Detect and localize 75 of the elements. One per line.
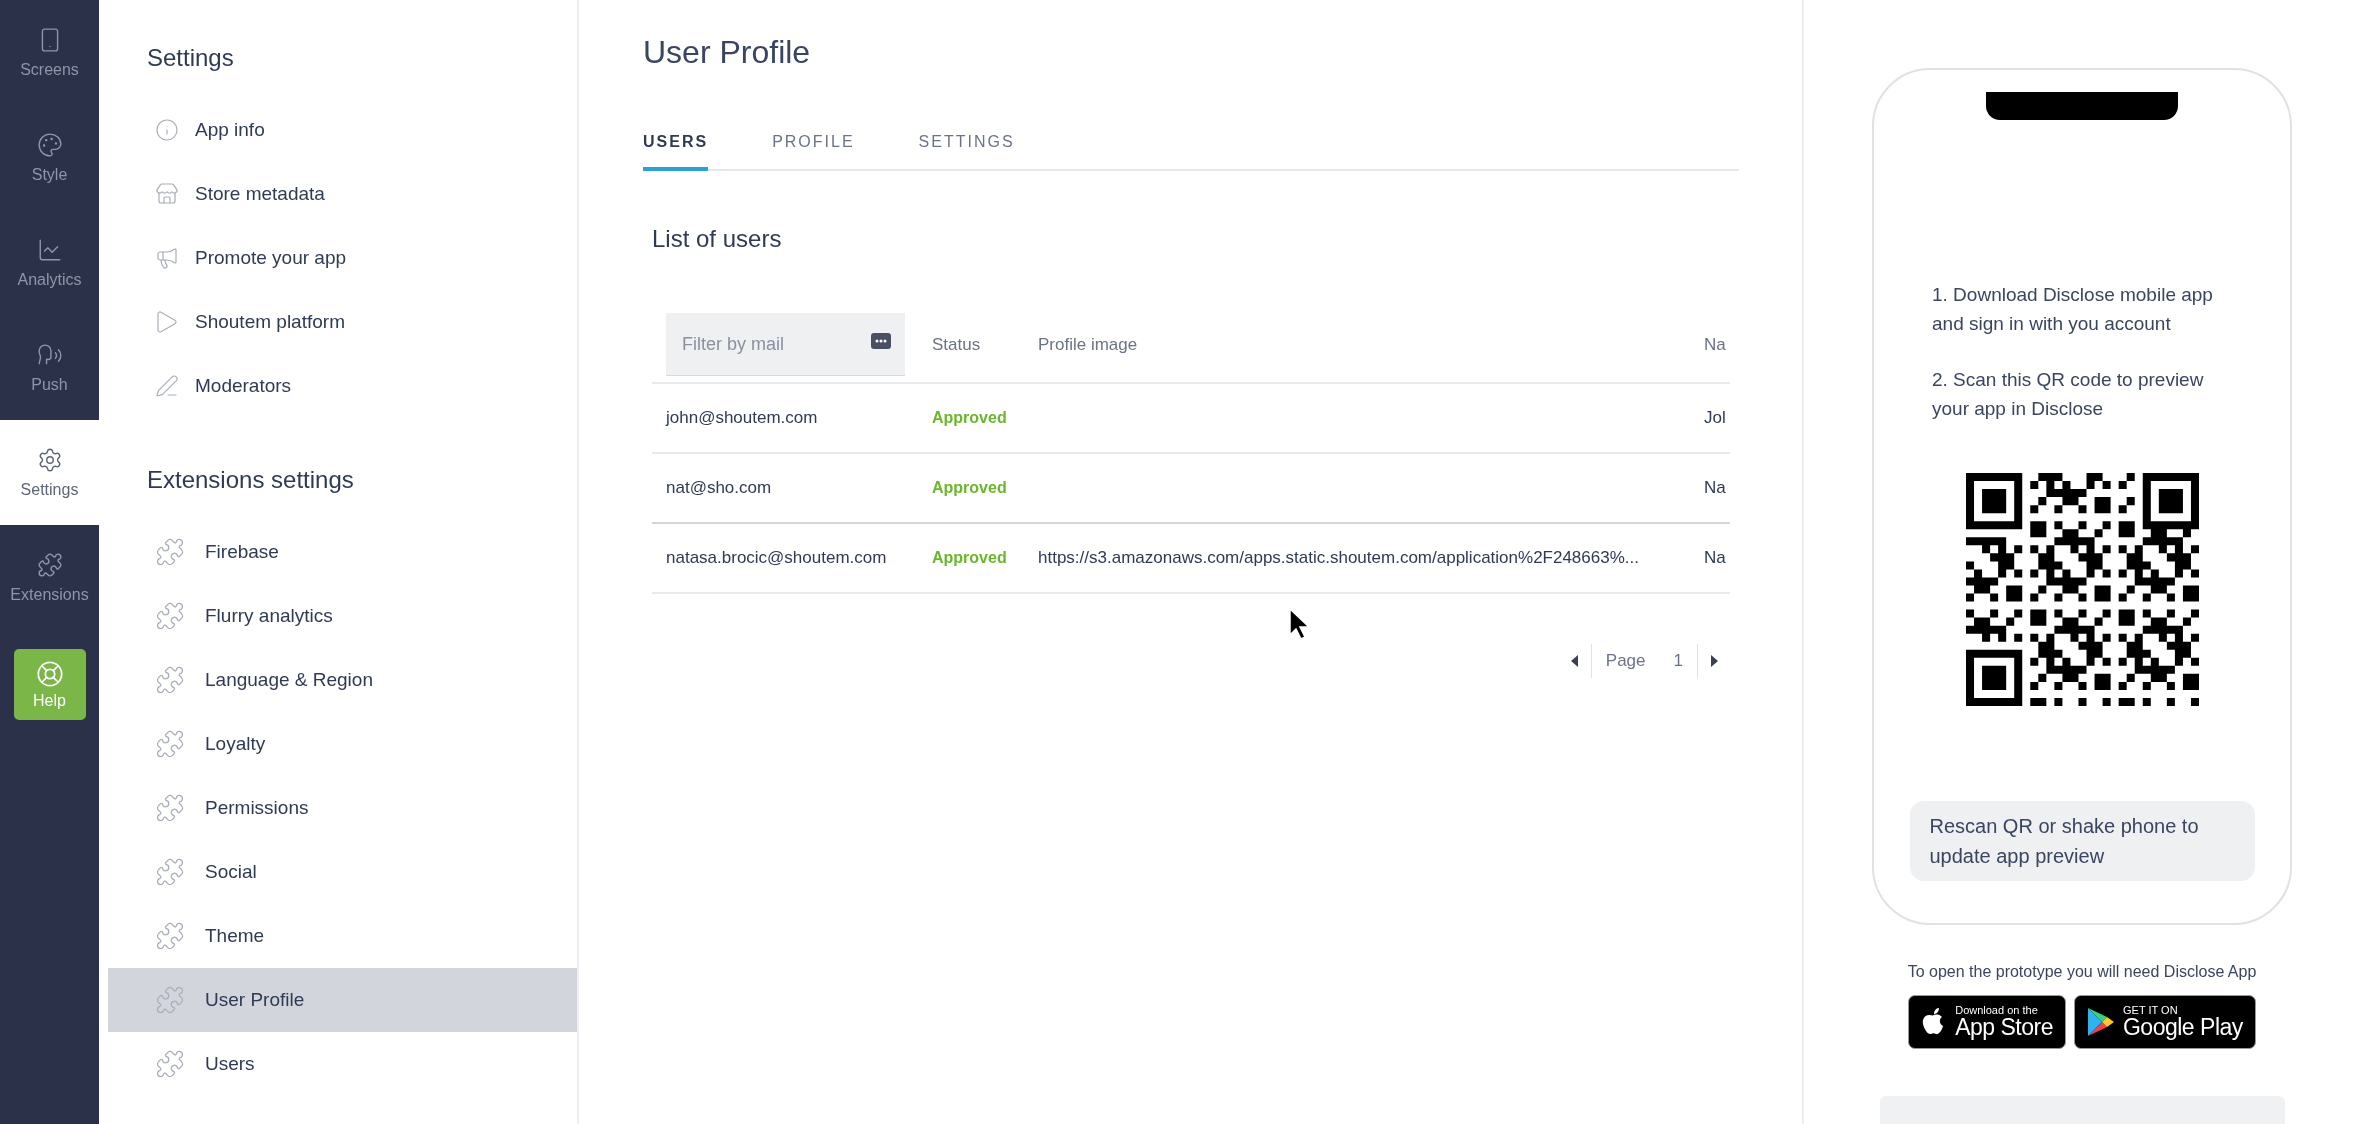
page-number: 1 <box>1672 651 1684 671</box>
settings-item[interactable]: App info <box>108 98 577 162</box>
lifebuoy-icon <box>35 659 64 688</box>
nav-item[interactable]: Push <box>0 315 99 420</box>
extension-item[interactable]: Language & Region <box>108 648 577 712</box>
caret-right-icon <box>1710 655 1718 667</box>
puzzle-icon <box>155 601 185 631</box>
column-header: Status <box>932 334 982 355</box>
section-title: List of users <box>652 225 783 253</box>
puzzle-icon <box>155 537 185 567</box>
puzzle-icon <box>155 793 185 823</box>
extension-item[interactable]: Social <box>108 840 577 904</box>
instruction-text: 1. Download Disclose mobile app and sign in with you account <box>1932 283 2214 336</box>
settings-item[interactable]: Moderators <box>108 354 577 418</box>
store-badge[interactable]: GET IT ON Google Play <box>2074 995 2256 1049</box>
column-header: Na <box>1704 334 1727 355</box>
rescan-note: Rescan QR or shake phone to update app preview <box>1909 801 2255 881</box>
status-text: Approved <box>932 409 1008 427</box>
extension-item[interactable]: User Profile <box>108 968 577 1032</box>
filter-field[interactable]: Filter by mail <box>666 313 905 376</box>
megaphone-icon <box>155 246 179 270</box>
store-badge[interactable]: Download on the App Store <box>1908 995 2066 1049</box>
settings-icon <box>36 446 63 473</box>
prompt-text: To open the prototype you will need Disclose App <box>1907 963 2257 981</box>
table-cell-text: Jol <box>1704 408 1727 428</box>
triangle-icon <box>155 310 179 334</box>
table-cell-text: https://s3.amazonaws.com/apps.static.shoutem.com/application%2F248663%... <box>1038 548 1640 568</box>
badge-title: App Store <box>1955 1016 2053 1039</box>
puzzle-icon <box>155 729 185 759</box>
info-icon <box>155 118 179 142</box>
extension-item[interactable]: Users <box>108 1032 577 1096</box>
nav-item[interactable]: Screens <box>0 0 99 105</box>
puzzle-icon <box>155 921 185 951</box>
nav-item[interactable]: Extensions <box>0 525 99 630</box>
palette-icon <box>36 131 63 158</box>
page-label: Page <box>1604 651 1647 671</box>
tab[interactable]: PROFILE <box>772 133 855 171</box>
table-cell-text: Na <box>1704 478 1727 498</box>
more-icon <box>871 333 891 349</box>
column-header: Profile image <box>1038 334 1139 355</box>
nav-item[interactable]: Analytics <box>0 210 99 315</box>
extension-item[interactable]: Permissions <box>108 776 577 840</box>
table-cell-text: nat@sho.com <box>665 478 773 498</box>
tab[interactable]: USERS <box>643 133 709 171</box>
nav-item[interactable]: Style <box>0 105 99 210</box>
status-text: Approved <box>932 549 1008 567</box>
extension-item[interactable]: Firebase <box>108 520 577 584</box>
settings-item[interactable]: Shoutem platform <box>108 290 577 354</box>
table-cell-text: john@shoutem.com <box>664 408 819 428</box>
section-title: Extensions settings <box>146 465 355 495</box>
badge-title: Google Play <box>2123 1016 2243 1039</box>
caret-left-icon <box>1570 655 1579 667</box>
extension-item[interactable]: Loyalty <box>108 712 577 776</box>
extension-item[interactable]: Theme <box>108 904 577 968</box>
settings-item[interactable]: Store metadata <box>108 162 577 226</box>
page-title: User Profile <box>643 34 812 71</box>
panel-title: Settings <box>146 43 235 73</box>
tab[interactable]: SETTINGS <box>918 133 1015 171</box>
badge-caption: GET IT ON <box>2123 1005 2179 1016</box>
instruction-text: 2. Scan this QR code to preview your app in Disclose <box>1932 368 2205 421</box>
badge-caption: Download on the <box>1955 1005 2039 1016</box>
settings-item[interactable]: Promote your app <box>108 226 577 290</box>
table-cell-text: natasa.brocic@shoutem.com <box>665 548 888 568</box>
puzzle-icon <box>36 551 63 578</box>
puzzle-icon <box>155 1049 185 1079</box>
pen-icon <box>155 374 179 398</box>
store-icon <box>155 182 179 206</box>
puzzle-icon <box>155 857 185 887</box>
table-cell-text: Na <box>1704 548 1727 568</box>
puzzle-icon <box>155 985 185 1015</box>
puzzle-icon <box>155 665 185 695</box>
extension-item[interactable]: Flurry analytics <box>108 584 577 648</box>
nav-item[interactable]: Settings <box>0 420 99 525</box>
play-icon <box>2087 1007 2115 1037</box>
status-text: Approved <box>932 479 1008 497</box>
